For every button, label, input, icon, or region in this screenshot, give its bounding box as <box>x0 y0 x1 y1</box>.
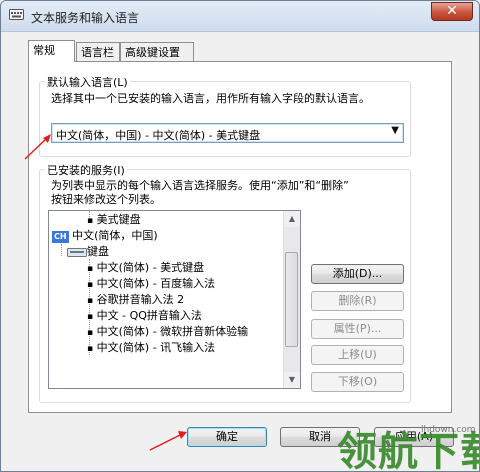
scroll-thumb[interactable] <box>285 252 298 347</box>
remove-button[interactable]: 删除(R) <box>311 291 404 311</box>
tree-connector <box>61 244 62 256</box>
default-language-label: 默认输入语言(L) <box>45 74 130 90</box>
annotation-arrow-icon <box>149 431 187 451</box>
tree-item-label: 中文(简体) - 美式键盘 <box>96 261 205 274</box>
dialog-window: 文本服务和输入语言 ✕ 常规 语言栏 高级键设置 默认输入语言(L) 选择其中一… <box>0 0 480 472</box>
properties-button[interactable]: 属性(P)... <box>311 319 404 339</box>
window-title: 文本服务和输入语言 <box>31 11 140 25</box>
ok-button[interactable]: 确定 <box>187 427 267 447</box>
tree-item-keyboard-group[interactable]: 键盘 <box>67 245 109 259</box>
scroll-down-icon[interactable]: ▼ <box>284 372 300 388</box>
tree-item-label: 美式键盘 <box>96 213 141 226</box>
tree-item-service[interactable]: ▪ 中文(简体) - 百度输入法 <box>87 277 215 291</box>
close-icon: ✕ <box>446 3 458 19</box>
annotation-arrow-icon <box>24 134 51 160</box>
keyboard-app-icon <box>9 9 24 20</box>
tree-item-label: 中文(简体) - 微软拼音新体验输 <box>96 325 249 338</box>
tree-language-label: 中文(简体，中国) <box>72 229 158 242</box>
language-badge-icon: CH <box>52 231 69 243</box>
tree-item-label: 中文 - QQ拼音输入法 <box>96 309 202 322</box>
tree-item-service[interactable]: ▪ 中文 - QQ拼音输入法 <box>87 309 202 323</box>
default-language-dropdown[interactable]: 中文(简体，中国) - 中文(简体) - 美式键盘 ▼ <box>51 123 404 143</box>
tree-keyboard-label: 键盘 <box>87 245 109 258</box>
tree-item-service[interactable]: ▪ 谷歌拼音输入法 2 <box>87 293 184 307</box>
installed-services-description-2: 按钮来修改这个列表。 <box>51 193 161 206</box>
tree-item-language[interactable]: CH 中文(简体，中国) <box>52 229 158 243</box>
move-down-button[interactable]: 下移(O) <box>311 372 404 392</box>
tab-advanced-key-settings[interactable]: 高级键设置 <box>120 42 194 61</box>
tab-language-bar[interactable]: 语言栏 <box>76 42 120 61</box>
tree-item-label: 中文(简体) - 讯飞输入法 <box>96 341 216 354</box>
tree-scrollbar[interactable]: ▲ ▼ <box>283 211 300 388</box>
close-button[interactable]: ✕ <box>431 2 473 21</box>
tree-item-service[interactable]: ▪ 中文(简体) - 讯飞输入法 <box>87 341 215 355</box>
tree-item-label: 中文(简体) - 百度输入法 <box>96 277 216 290</box>
chevron-down-icon: ▼ <box>391 125 399 136</box>
tab-general[interactable]: 常规 <box>28 40 75 62</box>
tree-item-keyboard-layout[interactable]: ▪ 美式键盘 <box>87 213 141 227</box>
tree-item-label: 谷歌拼音输入法 2 <box>96 293 185 306</box>
default-language-description: 选择其中一个已安装的输入语言，用作所有输入字段的默认语言。 <box>51 92 370 105</box>
services-tree[interactable]: ▪ 美式键盘 CH 中文(简体，中国) 键盘 ▪ 中文(简体) - 美式键盘 ▪… <box>48 210 301 389</box>
move-up-button[interactable]: 上移(U) <box>311 345 404 365</box>
watermark-site-text: lhdown.com <box>421 425 476 435</box>
title-bar[interactable]: 文本服务和输入语言 ✕ <box>1 1 479 32</box>
tree-item-service[interactable]: ▪ 中文(简体) - 微软拼音新体验输 <box>87 325 248 339</box>
scroll-up-icon[interactable]: ▲ <box>284 211 300 227</box>
keyboard-icon <box>67 248 87 257</box>
add-button[interactable]: 添加(D)... <box>311 264 404 284</box>
dropdown-selected-value: 中文(简体，中国) - 中文(简体) - 美式键盘 <box>56 129 261 142</box>
tree-item-service[interactable]: ▪ 中文(简体) - 美式键盘 <box>87 261 204 275</box>
installed-services-label: 已安装的服务(I) <box>45 162 127 178</box>
